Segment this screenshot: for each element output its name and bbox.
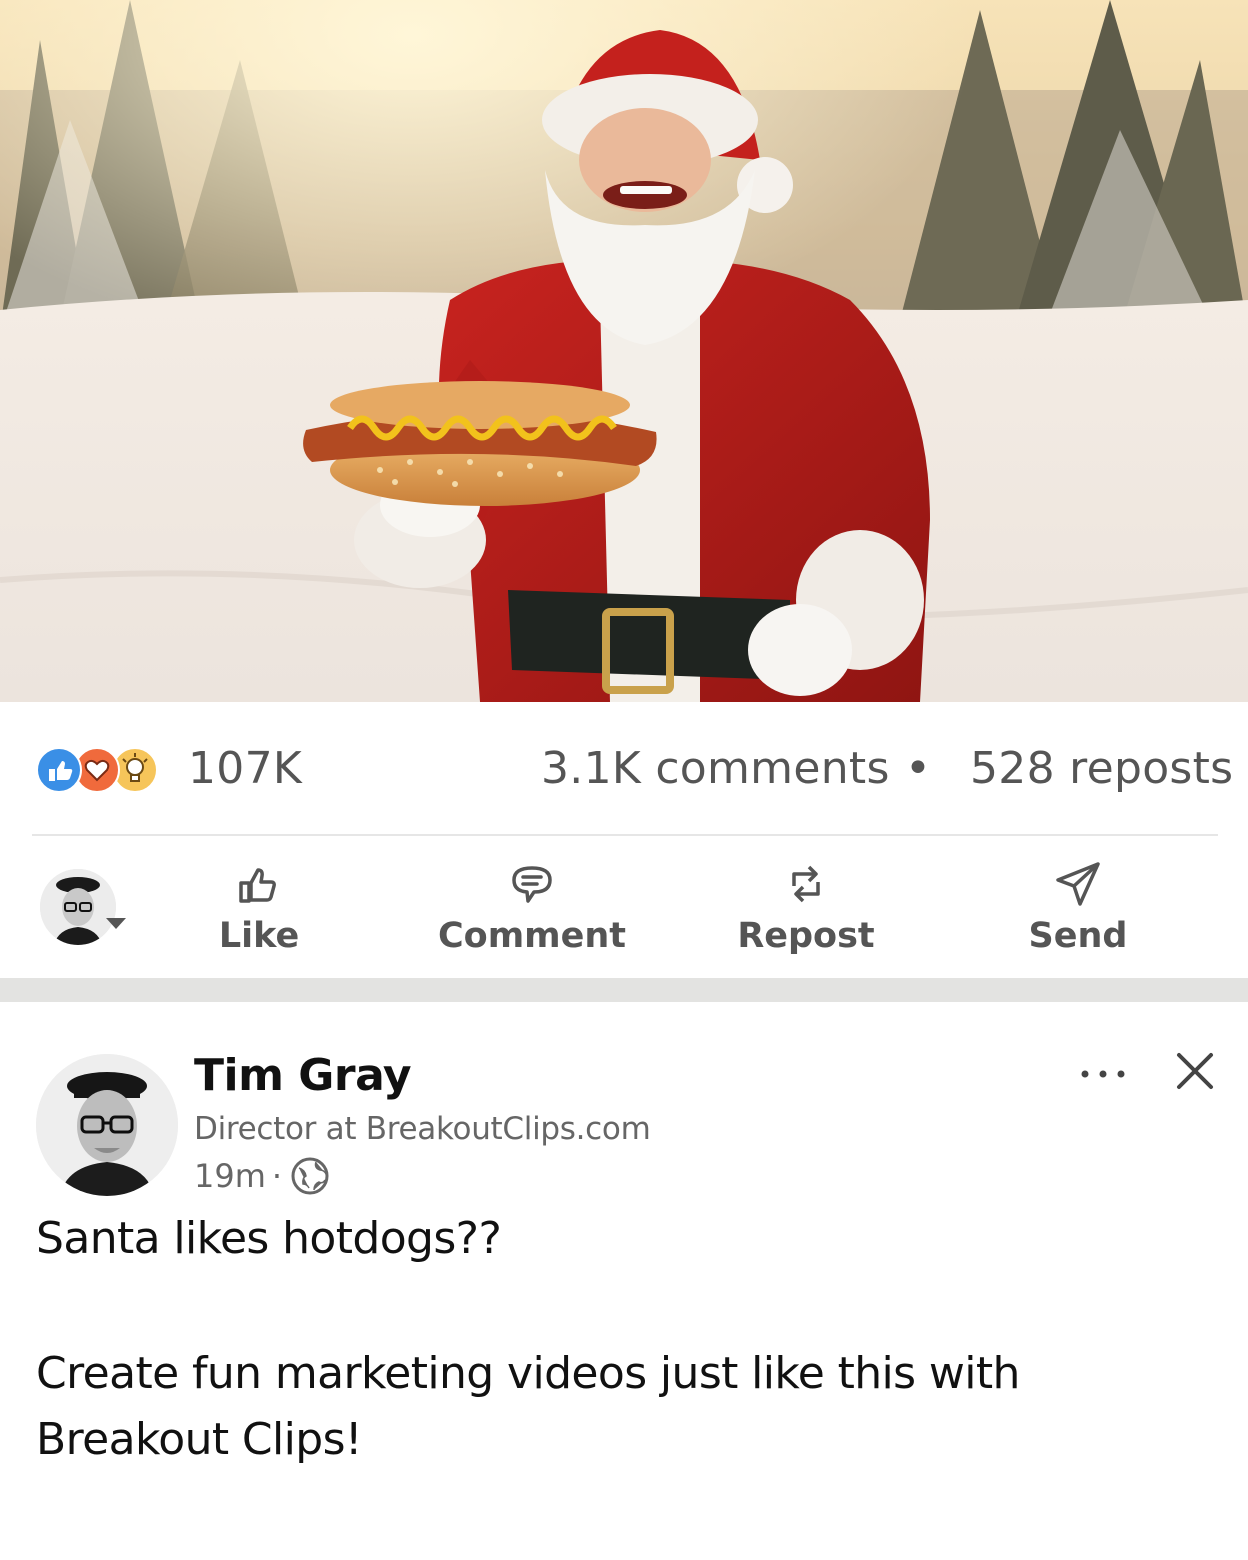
like-button[interactable]: Like	[159, 856, 359, 966]
count-separator: •	[905, 743, 932, 794]
reaction-count[interactable]: 107K	[188, 743, 302, 794]
like-reaction-icon	[36, 747, 82, 793]
close-icon	[1177, 1053, 1213, 1089]
comment-bubble-icon	[512, 866, 552, 903]
author-portrait-icon	[36, 1054, 178, 1196]
repost-count[interactable]: 528 reposts	[970, 743, 1233, 794]
chevron-down-icon[interactable]	[106, 918, 126, 929]
repost-button[interactable]: Repost	[706, 856, 906, 966]
globe-icon	[291, 1157, 329, 1195]
send-label: Send	[1028, 916, 1128, 956]
author-avatar[interactable]	[36, 1054, 178, 1196]
feed-separator	[0, 978, 1248, 1002]
user-portrait-icon	[40, 869, 116, 945]
more-options-icon	[1081, 1070, 1125, 1078]
meta-separator: ·	[271, 1157, 283, 1195]
comment-count[interactable]: 3.1K comments	[541, 743, 890, 794]
current-user-avatar[interactable]	[40, 869, 116, 945]
repost-label: Repost	[737, 916, 875, 956]
post-image[interactable]	[0, 0, 1248, 702]
thumbs-up-icon	[239, 868, 276, 903]
paper-plane-icon	[1056, 862, 1100, 906]
repost-arrows-icon	[792, 865, 820, 903]
comment-label: Comment	[437, 916, 627, 956]
feed: 107K 3.1K comments • 528 reposts Like Co…	[0, 0, 1248, 1560]
like-label: Like	[218, 916, 300, 956]
author-name[interactable]: Tim Gray	[194, 1050, 412, 1101]
more-options-button[interactable]	[1075, 1050, 1135, 1098]
dismiss-post-button[interactable]	[1170, 1046, 1220, 1096]
comment-button[interactable]: Comment	[432, 856, 632, 966]
author-headline: Director at BreakoutClips.com	[194, 1111, 651, 1147]
post-meta: 19m ·	[194, 1155, 330, 1197]
post-timestamp: 19m	[194, 1157, 266, 1195]
santa-hotdog-illustration	[0, 0, 1248, 702]
post-text-body: Create fun marketing videos just like th…	[36, 1348, 1020, 1465]
reaction-icons[interactable]	[36, 747, 166, 793]
post-text-line: Santa likes hotdogs??	[36, 1213, 502, 1264]
send-button[interactable]: Send	[978, 856, 1178, 966]
